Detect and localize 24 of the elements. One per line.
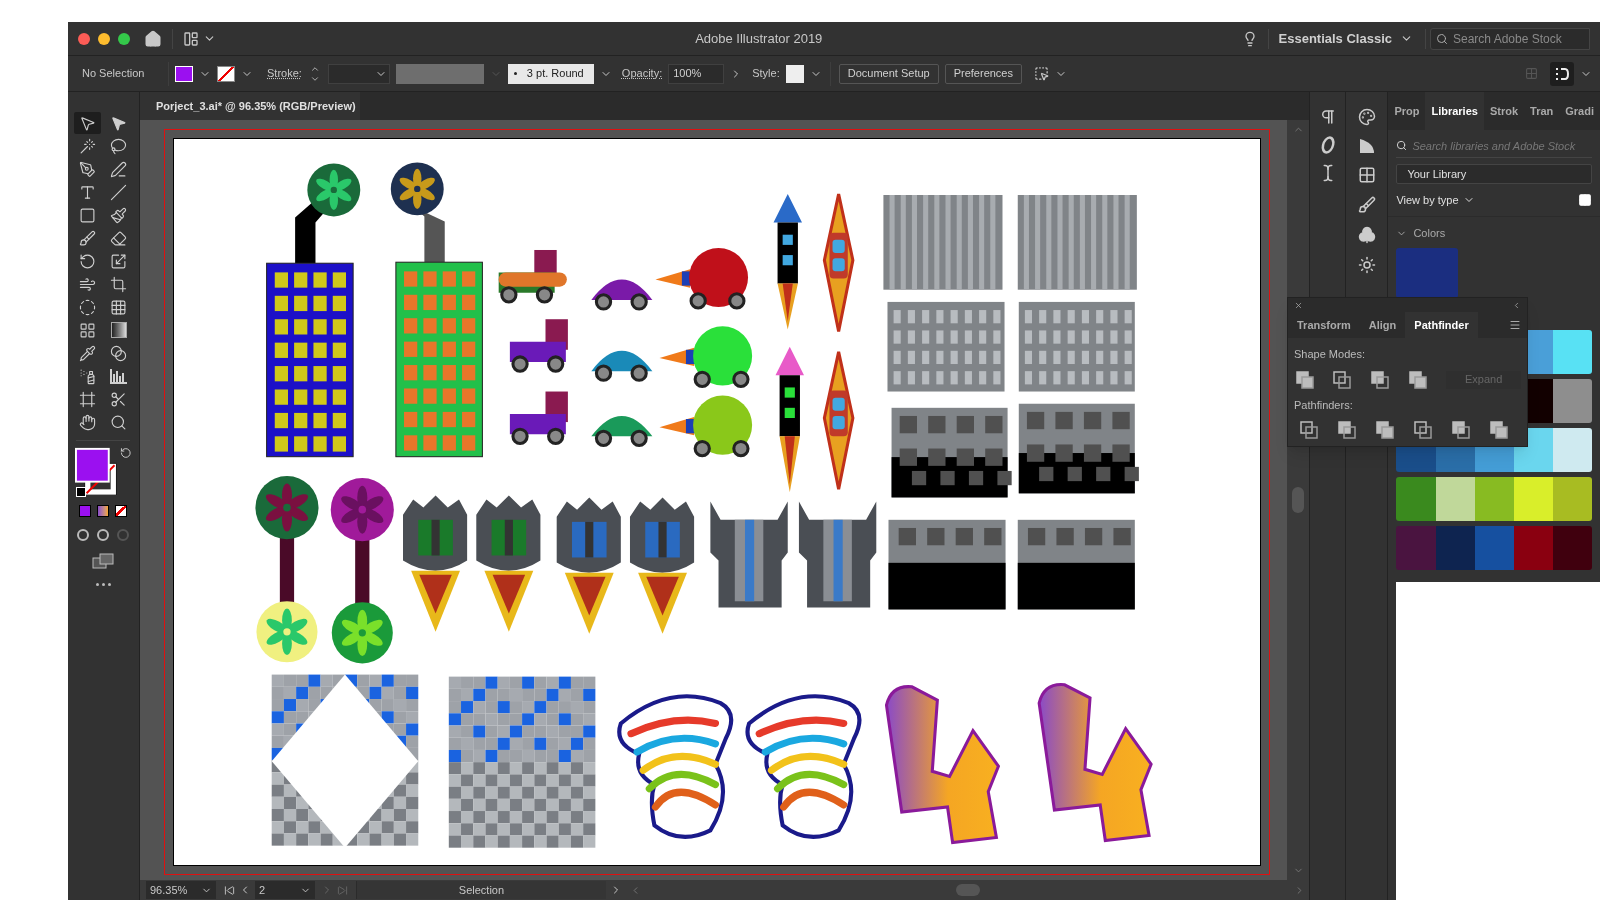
opacity-label: Opacity: bbox=[621, 66, 663, 82]
toolbar-button[interactable]: Preferences bbox=[944, 63, 1022, 84]
shape-modes-label: Shape Modes: bbox=[1294, 347, 1366, 362]
stroke-label: Stroke: bbox=[267, 66, 302, 82]
pathfinders-label: Pathfinders: bbox=[1294, 397, 1354, 413]
toolbar-button[interactable]: Document Setup bbox=[838, 63, 939, 84]
document-title: Porject_3.ai* @ 96.35% (RGB/Preview) bbox=[155, 98, 356, 114]
window-title: Adobe Illustrator 2019 bbox=[695, 29, 823, 48]
panel-tab[interactable]: Libraries bbox=[1425, 92, 1484, 130]
workspace-switcher[interactable]: Essentials Classic bbox=[1278, 28, 1413, 49]
tool-status-field[interactable]: Selection bbox=[355, 881, 606, 899]
opacity-field[interactable]: 100% bbox=[668, 63, 725, 84]
brush-dropdown[interactable]: 3 pt. Round bbox=[507, 63, 594, 84]
search-field[interactable]: Search Adobe Stock bbox=[1430, 27, 1590, 50]
selection-status: No Selection bbox=[81, 66, 146, 82]
artboard-field[interactable]: 2 bbox=[254, 881, 315, 899]
zoom-field[interactable]: 96.35% bbox=[145, 881, 216, 899]
panel-tab[interactable]: Pathfinder bbox=[1405, 312, 1478, 338]
library-search-field[interactable]: Search libraries and Adobe Stock bbox=[1396, 134, 1592, 158]
colors-section-header[interactable]: Colors bbox=[1396, 225, 1592, 242]
view-by-type-dropdown[interactable]: View by type bbox=[1396, 191, 1475, 209]
style-label: Style: bbox=[752, 66, 780, 82]
document-tab[interactable]: Porject_3.ai* @ 96.35% (RGB/Preview) bbox=[139, 92, 360, 120]
library-dropdown[interactable]: Your Library bbox=[1396, 164, 1592, 184]
